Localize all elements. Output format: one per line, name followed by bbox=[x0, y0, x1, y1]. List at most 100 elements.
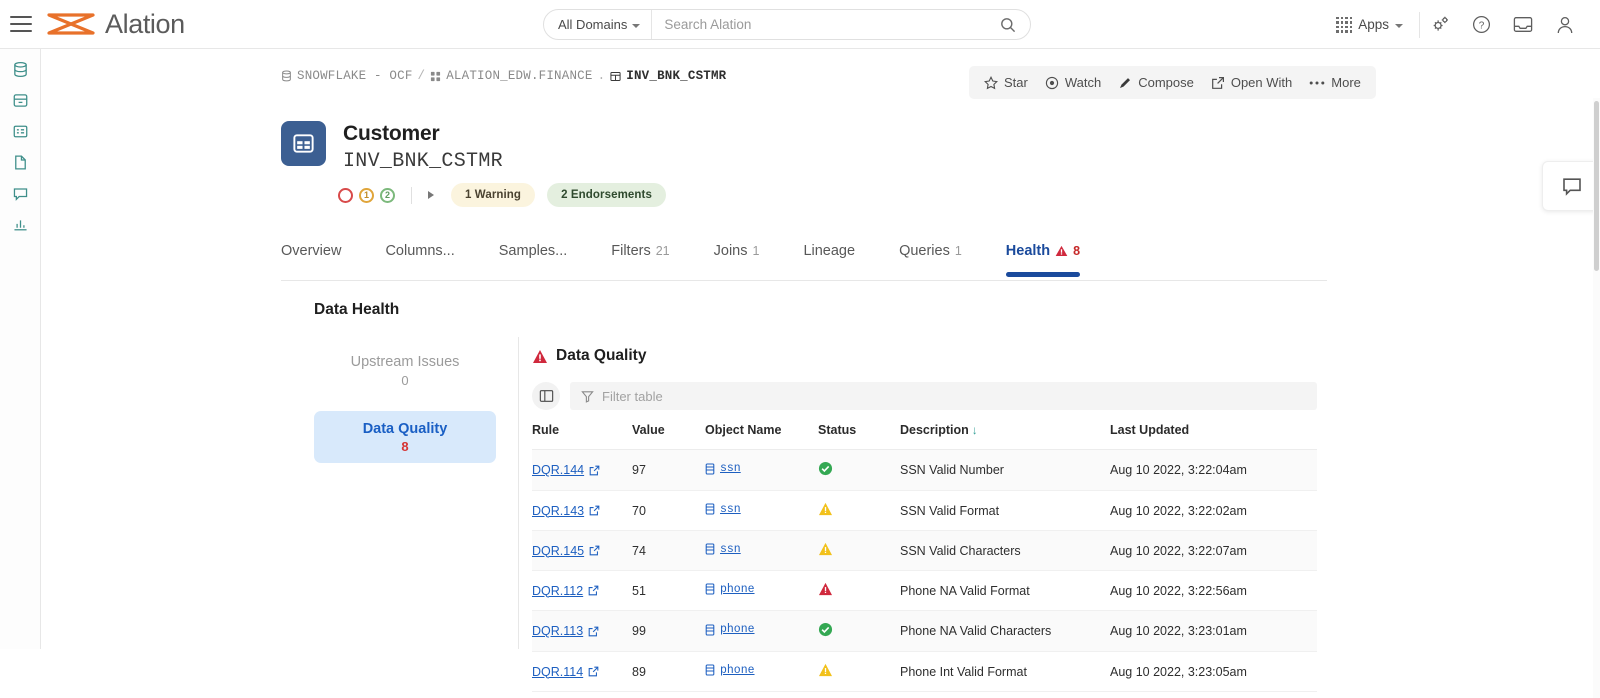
sidebar-item-archive[interactable] bbox=[5, 89, 35, 111]
sidebar-item-conversations[interactable] bbox=[5, 182, 35, 204]
data-health-title: Data Health bbox=[314, 301, 400, 318]
column-header-description[interactable]: Description ↓ bbox=[900, 417, 1110, 450]
health-option-value: 8 bbox=[401, 439, 409, 455]
health-option-upstream-issues[interactable]: Upstream Issues 0 bbox=[314, 344, 496, 397]
cell-last-updated: Aug 10 2022, 3:22:56am bbox=[1110, 570, 1317, 611]
health-ring-red[interactable] bbox=[338, 187, 353, 203]
object-link[interactable]: phone bbox=[705, 664, 755, 677]
breadcrumb-source[interactable]: SNOWFLAKE - OCF bbox=[281, 69, 413, 83]
column-header-last-updated[interactable]: Last Updated bbox=[1110, 417, 1317, 450]
rule-link[interactable]: DQR.143 bbox=[532, 504, 600, 518]
breadcrumb-table[interactable]: INV_BNK_CSTMR bbox=[610, 69, 726, 83]
page-content: SNOWFLAKE - OCF / ALATION_EDW.FINANCE . … bbox=[41, 49, 1600, 698]
rule-link[interactable]: DQR.113 bbox=[532, 624, 599, 638]
columns-toggle-button[interactable] bbox=[532, 382, 560, 410]
rule-link[interactable]: DQR.114 bbox=[532, 665, 599, 679]
warning-pill[interactable]: 1 Warning bbox=[451, 183, 536, 207]
object-link[interactable]: phone bbox=[705, 623, 755, 636]
domain-selector[interactable]: All Domains bbox=[544, 10, 653, 39]
health-option-data-quality[interactable]: Data Quality 8 bbox=[314, 410, 496, 464]
external-link-icon bbox=[588, 626, 599, 636]
column-header-object-name[interactable]: Object Name bbox=[705, 417, 818, 450]
status-warning-icon bbox=[818, 663, 833, 677]
rule-link-label: DQR.112 bbox=[532, 583, 584, 598]
endorsement-pill[interactable]: 2 Endorsements bbox=[547, 183, 666, 207]
table-row[interactable]: DQR.113 99 phone Phone NA Valid Characters A… bbox=[532, 610, 1317, 652]
tab-health[interactable]: Health 8 bbox=[1005, 237, 1081, 277]
rule-link[interactable]: DQR.112 bbox=[532, 584, 599, 598]
global-search: All Domains bbox=[543, 9, 1031, 40]
sidebar-item-document[interactable] bbox=[5, 151, 35, 173]
star-button[interactable]: Star bbox=[984, 75, 1028, 90]
document-icon bbox=[14, 155, 26, 169]
archive-icon bbox=[13, 93, 27, 107]
object-link[interactable]: ssn bbox=[705, 503, 741, 516]
table-row[interactable]: DQR.114 89 phone Phone Int Valid Format Aug … bbox=[532, 651, 1317, 692]
tab-samples[interactable]: Samples... bbox=[499, 237, 568, 275]
tab-filters[interactable]: Filters 21 bbox=[611, 237, 669, 275]
tab-label: Columns... bbox=[385, 243, 455, 259]
table-row[interactable]: DQR.143 70 ssn SSN Valid Format Aug 10 2022,… bbox=[532, 490, 1317, 531]
cell-value: 89 bbox=[632, 651, 705, 692]
object-link[interactable]: ssn bbox=[705, 462, 741, 475]
table-row[interactable]: DQR.112 51 phone Phone NA Valid Format Aug 1… bbox=[532, 570, 1317, 611]
inbox-icon[interactable] bbox=[1502, 15, 1544, 34]
cell-value: 74 bbox=[632, 530, 705, 571]
cell-rule: DQR.145 bbox=[532, 530, 632, 571]
column-header-value[interactable]: Value bbox=[632, 417, 705, 450]
chat-widget-button[interactable] bbox=[1542, 161, 1600, 211]
column-header-status[interactable]: Status bbox=[818, 417, 900, 450]
rule-link[interactable]: DQR.145 bbox=[532, 544, 600, 558]
top-navigation-bar: Alation All Domains Apps ? bbox=[0, 0, 1600, 49]
column-header-rule[interactable]: Rule bbox=[532, 417, 632, 450]
table-row[interactable]: DQR.144 97 ssn SSN Valid Number Aug 10 2022,… bbox=[532, 449, 1317, 491]
status-warning-icon bbox=[818, 542, 833, 556]
table-row[interactable]: DQR.145 74 ssn SSN Valid Characters Aug 10 2… bbox=[532, 530, 1317, 571]
health-ring-green[interactable]: 2 bbox=[380, 187, 395, 203]
cell-description: Phone NA Valid Characters bbox=[900, 610, 1110, 652]
cell-status bbox=[818, 570, 900, 611]
search-input[interactable] bbox=[652, 17, 1000, 32]
tab-joins[interactable]: Joins 1 bbox=[714, 237, 760, 275]
cell-rule: DQR.113 bbox=[532, 610, 632, 652]
object-tabs: Overview Columns... Samples... Filters 21… bbox=[281, 237, 1327, 281]
alation-logo[interactable]: Alation bbox=[46, 9, 185, 40]
health-ring-amber[interactable]: 1 bbox=[359, 187, 374, 203]
compose-button[interactable]: Compose bbox=[1118, 75, 1194, 90]
tab-label: Filters bbox=[611, 243, 651, 259]
apps-button[interactable]: Apps bbox=[1326, 11, 1420, 38]
sidebar-item-database[interactable] bbox=[5, 58, 35, 80]
help-icon[interactable]: ? bbox=[1461, 15, 1502, 34]
table-icon bbox=[13, 125, 27, 137]
tab-lineage[interactable]: Lineage bbox=[803, 237, 855, 275]
page-scrollbar-thumb[interactable] bbox=[1594, 101, 1599, 271]
main-menu-icon[interactable] bbox=[10, 16, 32, 32]
open-with-button[interactable]: Open With bbox=[1211, 75, 1292, 90]
user-icon[interactable] bbox=[1544, 15, 1586, 35]
watch-button[interactable]: Watch bbox=[1045, 75, 1101, 90]
table-header-row: Rule Value Object Name Status Descriptio… bbox=[532, 417, 1317, 450]
page-subtitle: INV_BNK_CSTMR bbox=[343, 150, 503, 174]
brand-wordmark: Alation bbox=[105, 8, 185, 39]
cell-last-updated: Aug 10 2022, 3:23:05am bbox=[1110, 651, 1317, 692]
search-icon[interactable] bbox=[1000, 17, 1030, 33]
more-button[interactable]: More bbox=[1309, 75, 1361, 90]
columns-toggle-icon bbox=[539, 390, 553, 402]
object-link[interactable]: phone bbox=[705, 583, 755, 596]
object-link[interactable]: ssn bbox=[705, 543, 741, 556]
object-title-block: Customer INV_BNK_CSTMR bbox=[281, 121, 503, 175]
sidebar-item-analytics[interactable] bbox=[5, 213, 35, 235]
tab-queries[interactable]: Queries 1 bbox=[899, 237, 962, 275]
rule-link-label: DQR.114 bbox=[532, 664, 584, 679]
rule-link[interactable]: DQR.144 bbox=[532, 463, 600, 477]
tab-columns[interactable]: Columns... bbox=[385, 237, 454, 275]
filter-table-input[interactable] bbox=[602, 388, 1306, 404]
cell-description: Phone Int Valid Format bbox=[900, 651, 1110, 692]
breadcrumb-schema[interactable]: ALATION_EDW.FINANCE bbox=[430, 69, 592, 83]
cell-value: 97 bbox=[632, 449, 705, 491]
sidebar-item-table[interactable] bbox=[5, 120, 35, 142]
database-icon bbox=[13, 61, 27, 77]
tab-overview[interactable]: Overview bbox=[281, 237, 341, 275]
expand-triangle-icon[interactable] bbox=[428, 191, 434, 199]
settings-icon[interactable] bbox=[1420, 15, 1461, 34]
